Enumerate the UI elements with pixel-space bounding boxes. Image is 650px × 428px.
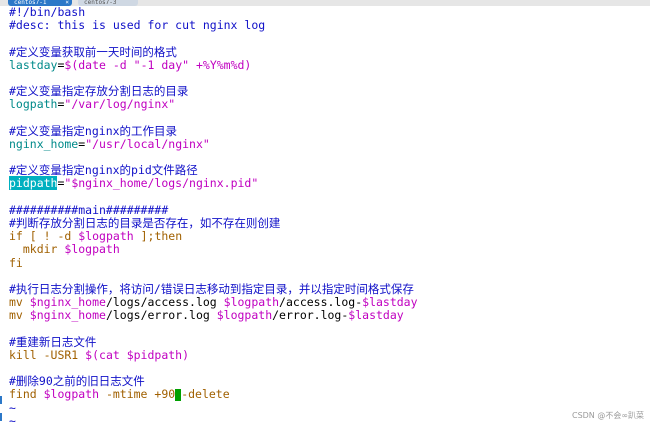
- code-line[interactable]: mkdir $logpath: [0, 243, 650, 256]
- code-token: #定义变量指定存放分割日志的目录: [9, 84, 189, 99]
- code-token: " +%Y%m%d): [182, 57, 252, 72]
- code-token: pidpath: [9, 176, 58, 191]
- code-line[interactable]: fi: [0, 255, 650, 270]
- code-token: $logpath: [43, 387, 100, 402]
- code-token: mkdir: [9, 242, 65, 257]
- code-token: [ ! -d: [29, 229, 72, 244]
- code-token: $logpath: [216, 308, 273, 323]
- code-token: $logpath: [64, 242, 120, 257]
- code-token: "/usr/local/nginx": [85, 136, 210, 151]
- code-token: /logs/access.log: [105, 295, 224, 310]
- code-token: -mtime +90: [99, 387, 176, 402]
- code-line[interactable]: [0, 323, 650, 336]
- code-token: "$nginx_home/logs/nginx.pid": [64, 176, 259, 191]
- vim-editor[interactable]: #!/bin/bash #desc: this is used for cut n…: [0, 5, 650, 428]
- code-token: #desc: this is used for cut nginx log: [9, 18, 266, 33]
- code-token: /logs/error.log: [105, 308, 217, 323]
- code-token: "/var/log/nginx": [64, 97, 176, 112]
- code-token: $(date -d ": [64, 57, 141, 72]
- code-token: ];then: [140, 229, 183, 244]
- code-token: -1 day: [140, 57, 183, 72]
- code-token: $lastday: [348, 308, 404, 323]
- code-token: if: [9, 229, 23, 244]
- code-token: logpath: [9, 97, 58, 112]
- code-token: ##########main#########: [9, 202, 169, 217]
- code-token: -delete: [181, 387, 230, 402]
- code-token: #定义变量指定nginx的工作目录: [9, 123, 178, 138]
- code-token: ~: [9, 400, 16, 415]
- watermark: CSDN @不会∞趴菜: [571, 411, 644, 420]
- code-token: #!/bin/bash: [9, 5, 86, 19]
- code-token: ~: [9, 413, 16, 428]
- code-token: kill -USR1: [9, 347, 86, 362]
- code-token: #重建新日志文件: [9, 334, 97, 349]
- code-line[interactable]: nginx_home="/usr/local/nginx": [0, 136, 650, 151]
- code-token: #判断存放分割日志的目录是否存在，如不存在则创建: [9, 216, 281, 230]
- code-line[interactable]: mv $nginx_home/logs/error.log $logpath/e…: [0, 309, 650, 322]
- code-token: #定义变量获取前一天时间的格式: [9, 44, 177, 59]
- code-token: $nginx_home: [29, 308, 106, 323]
- code-token: fi: [9, 255, 23, 270]
- code-token: find: [9, 387, 44, 402]
- code-token: $logpath: [78, 229, 134, 244]
- code-line[interactable]: logpath="/var/log/nginx": [0, 98, 650, 111]
- code-token: lastday: [9, 57, 58, 72]
- code-line[interactable]: #desc: this is used for cut nginx log: [0, 19, 650, 32]
- code-token: nginx_home: [9, 136, 79, 151]
- code-token: $logpath: [223, 295, 280, 310]
- code-line[interactable]: lastday=$(date -d "-1 day" +%Y%m%d): [0, 57, 650, 72]
- code-line[interactable]: ~: [0, 413, 650, 428]
- code-token: $nginx_home: [29, 295, 106, 310]
- code-token: mv: [9, 308, 30, 323]
- code-line[interactable]: ~: [0, 400, 650, 415]
- code-token: #删除90之前的旧日志文件: [9, 374, 145, 389]
- code-line[interactable]: pidpath="$nginx_home/logs/nginx.pid": [0, 176, 650, 191]
- code-token: $(cat $pidpath): [85, 347, 190, 362]
- code-token: #定义变量指定nginx的pid文件路径: [9, 163, 198, 178]
- code-token: $lastday: [362, 295, 418, 310]
- code-token: /access.log-: [279, 295, 363, 310]
- code-token: #执行日志分割操作，将访问/错误日志移动到指定目录，并以指定时间格式保存: [9, 281, 414, 296]
- code-token: mv: [9, 295, 30, 310]
- code-line[interactable]: find $logpath -mtime +90 -delete: [0, 388, 650, 401]
- code-token: /error.log-: [272, 308, 349, 323]
- code-line[interactable]: kill -USR1 $(cat $pidpath): [0, 347, 650, 362]
